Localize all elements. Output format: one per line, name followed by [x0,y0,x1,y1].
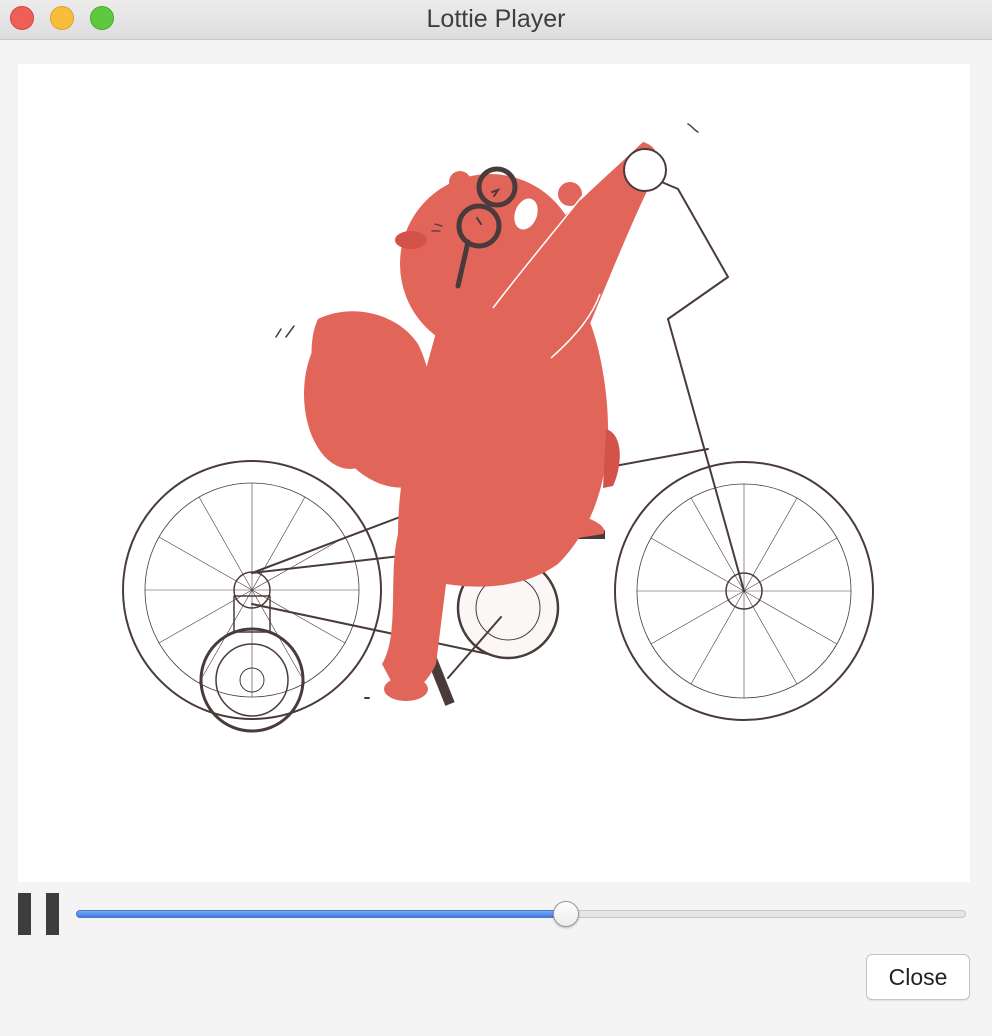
bear-bicycle-illustration [122,123,874,733]
slider-thumb[interactable] [553,901,579,927]
pause-icon [18,893,31,935]
window-title: Lottie Player [426,5,566,33]
pause-button[interactable] [18,893,60,935]
title-bar: Lottie Player [0,0,992,40]
slider-fill [76,910,566,918]
close-button[interactable]: Close [866,954,970,1000]
animation-canvas [18,64,970,882]
progress-slider[interactable] [76,901,966,927]
